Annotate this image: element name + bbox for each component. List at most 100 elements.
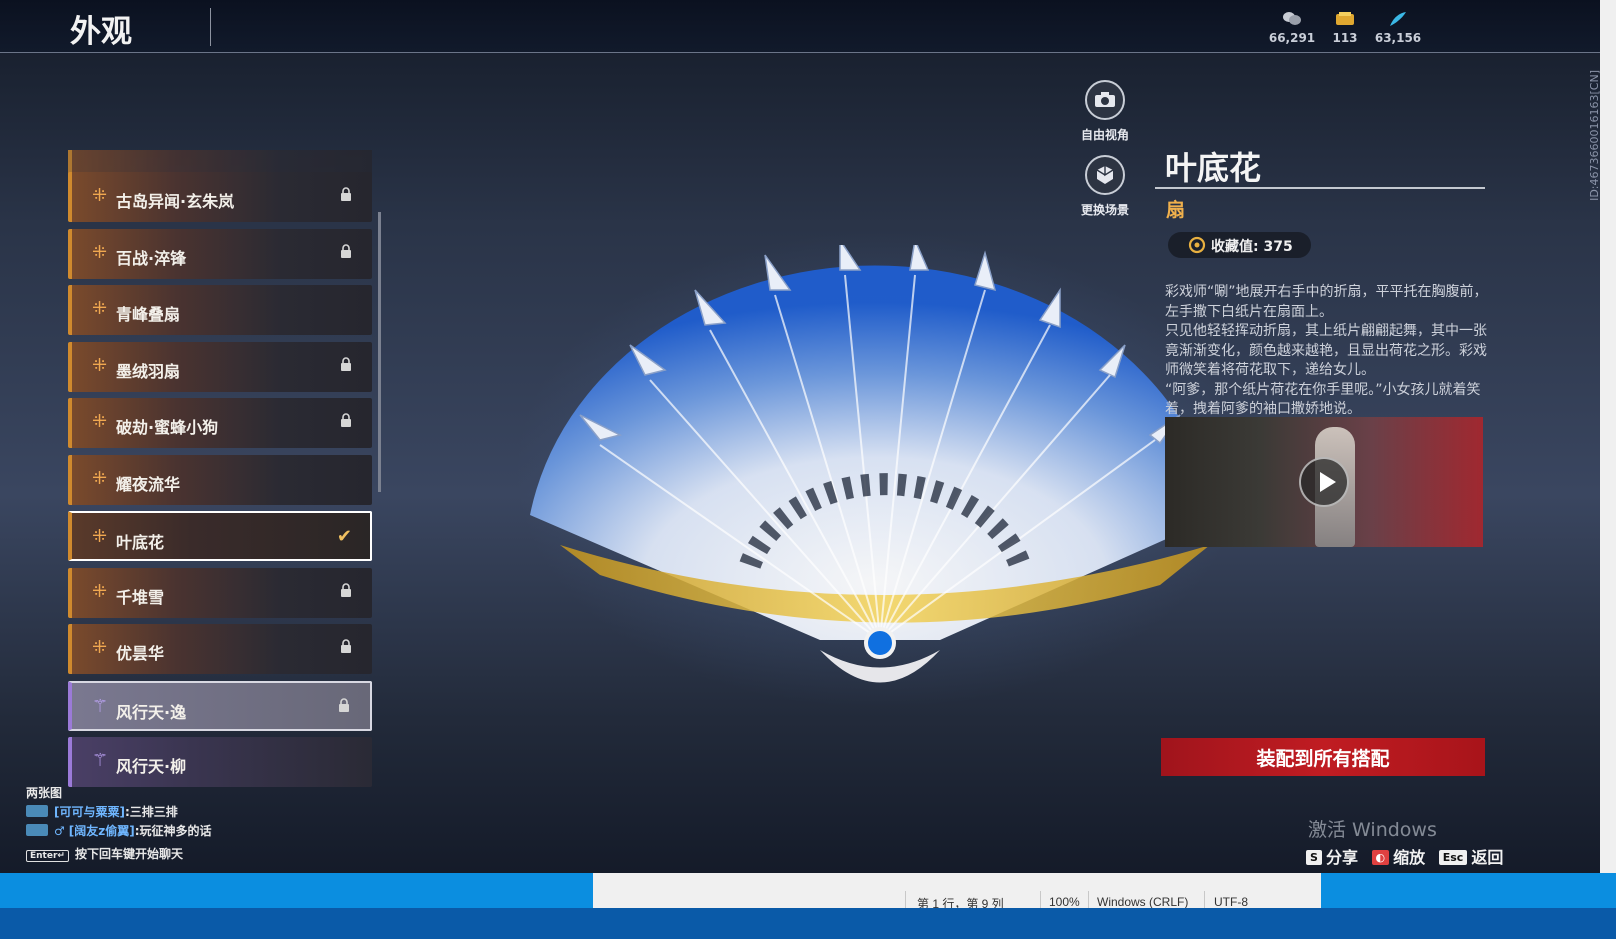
team-tag-icon	[26, 824, 48, 836]
rarity-icon: ⁜	[92, 468, 108, 489]
list-item-label: 风行天·柳	[116, 757, 187, 776]
back-hotkey[interactable]: Esc 返回	[1431, 848, 1504, 867]
currency-feathers-value: 63,156	[1374, 31, 1422, 45]
free-view-button[interactable]: 自由视角	[1075, 80, 1135, 143]
lock-icon	[341, 639, 351, 653]
chat-line: [可可与粟粟]:三排三排	[26, 803, 212, 822]
list-item[interactable]: ⁜ 墨绒羽扇	[68, 342, 372, 392]
list-item[interactable]: ⁜ 百战·淬锋	[68, 229, 372, 279]
list-item[interactable]: ⚚ 风行天·柳	[68, 737, 372, 787]
chat-hint-text: 按下回车键开始聊天	[74, 847, 183, 861]
list-item-label: 风行天·逸	[116, 703, 187, 722]
rarity-icon: ⚚	[92, 696, 109, 717]
chat-message: :玩征神多的话	[134, 824, 212, 838]
activate-windows-watermark: 激活 Windows	[1308, 819, 1437, 841]
hotkey-bar: S 分享 ◐ 缩放 Esc 返回	[1298, 844, 1503, 868]
page-title: 外观	[70, 14, 132, 50]
lock-icon	[341, 413, 351, 427]
list-item-label: 青峰叠扇	[116, 305, 181, 324]
change-scene-button[interactable]: 更换场景	[1075, 155, 1135, 218]
free-view-label: 自由视角	[1080, 128, 1129, 142]
description-paragraph: “阿爹，那个纸片荷花在你手里呢。”小女孩儿就着笑着，拽着阿爹的袖口撒娇地说。	[1165, 381, 1481, 418]
zoom-label: 缩放	[1393, 848, 1426, 867]
list-scrollbar[interactable]	[378, 212, 381, 492]
lock-icon	[341, 244, 351, 258]
coin-stack-icon	[1283, 12, 1301, 25]
list-item[interactable]: ⚚ 风行天·逸	[68, 681, 372, 731]
change-scene-label: 更换场景	[1080, 203, 1129, 217]
camera-icon	[1085, 80, 1125, 120]
rarity-icon: ⁜	[92, 298, 108, 319]
key-s: S	[1306, 850, 1322, 865]
line-ending: Windows (CRLF)	[1097, 895, 1189, 909]
check-icon: ✔	[336, 526, 352, 547]
list-item[interactable]: ⁜ 破劫·蜜蜂小狗	[68, 398, 372, 448]
chat-sender[interactable]: [阔友z偷翼]	[69, 824, 135, 838]
currency-feathers[interactable]: 63,156	[1363, 10, 1433, 45]
rarity-icon: ⁜	[92, 185, 108, 206]
name-underline	[1155, 187, 1485, 189]
share-hotkey[interactable]: S 分享	[1298, 848, 1358, 867]
top-bar: 外观 66,291 113 63,156	[0, 0, 1600, 53]
preview-video[interactable]	[1165, 417, 1483, 547]
item-description: 彩戏师“唰”地展开右手中的折扇，平平托在胸腹前，左手撒下白纸片在扇面上。 只见他…	[1165, 283, 1495, 420]
scene-cube-icon	[1085, 155, 1125, 195]
fan-preview[interactable]	[520, 245, 1240, 705]
list-item-label: 破劫·蜜蜂小狗	[116, 418, 219, 437]
equip-all-button[interactable]: 装配到所有搭配	[1161, 738, 1485, 776]
enter-key-icon: Enter↵	[26, 850, 69, 862]
lock-icon	[341, 583, 351, 597]
rarity-icon: ⁜	[92, 242, 108, 263]
list-item[interactable]: ⁜ 青峰叠扇	[68, 285, 372, 335]
window-edge	[1600, 0, 1616, 900]
rarity-icon: ⁜	[92, 411, 108, 432]
cosmetic-list[interactable]: ⁜ 古岛异闻·玄朱岚 ⁜ 百战·淬锋 ⁜ 青峰叠扇 ⁜ 墨绒羽扇 ⁜ 破劫·蜜蜂…	[60, 150, 390, 800]
chat-line: ♂ [阔友z偷翼]:玩征神多的话	[26, 822, 212, 841]
item-name: 叶底花	[1165, 149, 1262, 187]
collection-icon	[1188, 236, 1206, 254]
collection-badge: 收藏值: 375	[1168, 232, 1311, 258]
list-item-label: 墨绒羽扇	[116, 362, 181, 381]
feather-icon	[1390, 12, 1406, 26]
title-divider	[210, 8, 211, 46]
chat-input-hint[interactable]: Enter↵ 按下回车键开始聊天	[26, 845, 212, 864]
list-item[interactable]: ⁜ 古岛异闻·玄朱岚	[68, 172, 372, 222]
list-item[interactable]: ⁜ 千堆雪	[68, 568, 372, 618]
chat-line: 两张图	[26, 786, 63, 800]
list-item-label: 千堆雪	[116, 588, 165, 607]
list-item-label: 优昙华	[116, 644, 165, 663]
item-type: 扇	[1166, 199, 1186, 221]
rarity-icon: ⁜	[92, 581, 108, 602]
list-item[interactable]: ⁜ 优昙华	[68, 624, 372, 674]
zoom-hotkey[interactable]: ◐ 缩放	[1364, 848, 1426, 867]
mouse-icon: ◐	[1371, 850, 1390, 865]
key-esc: Esc	[1438, 850, 1468, 865]
collection-value: 收藏值: 375	[1211, 239, 1293, 255]
share-label: 分享	[1325, 848, 1358, 867]
lock-icon	[339, 698, 349, 712]
list-item-label: 古岛异闻·玄朱岚	[116, 192, 235, 211]
rarity-icon: ⚚	[92, 750, 109, 771]
ticket-icon	[1336, 12, 1354, 25]
list-item-label: 叶底花	[116, 533, 165, 552]
rarity-icon: ⁜	[92, 637, 108, 658]
rarity-icon: ⁜	[92, 355, 108, 376]
encoding: UTF-8	[1214, 895, 1248, 909]
user-id: ID:4673660016163[CN]	[1588, 70, 1600, 201]
description-paragraph: 只见他轻轻挥动折扇，其上纸片翩翩起舞，其中一张竟渐渐变化，颜色越来越艳，且显出荷…	[1165, 323, 1487, 378]
lock-icon	[341, 357, 351, 371]
back-label: 返回	[1471, 848, 1504, 867]
list-item[interactable]: ⁜ 耀夜流华	[68, 455, 372, 505]
team-tag-icon	[26, 805, 48, 817]
rarity-icon: ⁜	[92, 526, 108, 547]
list-item-label: 百战·淬锋	[116, 249, 187, 268]
game-viewport: 外观 66,291 113 63,156 ⁜ 古岛异闻·玄朱岚 ⁜ 百战·淬锋 …	[0, 0, 1600, 900]
list-item-selected[interactable]: ⁜ 叶底花 ✔	[68, 511, 372, 561]
chat-box: 两张图 [可可与粟粟]:三排三排 ♂ [阔友z偷翼]:玩征神多的话 Enter↵ 按…	[26, 784, 212, 864]
lock-icon	[341, 187, 351, 201]
play-icon[interactable]	[1299, 457, 1349, 507]
list-item-label: 耀夜流华	[116, 475, 181, 494]
chat-sender[interactable]: [可可与粟粟]	[54, 805, 125, 819]
male-icon: ♂	[54, 824, 65, 838]
description-paragraph: 彩戏师“唰”地展开右手中的折扇，平平托在胸腹前，左手撒下白纸片在扇面上。	[1165, 284, 1488, 320]
